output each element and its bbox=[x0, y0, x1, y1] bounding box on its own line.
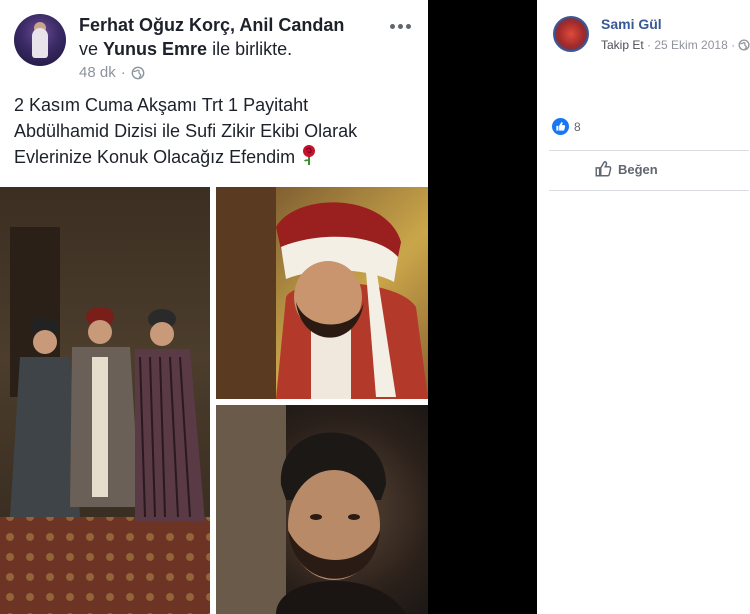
meta-dot: · bbox=[731, 38, 736, 52]
post-text-line: Abdülhamid Dizisi ile Sufi Zikir Ekibi O… bbox=[14, 121, 358, 141]
like-reaction-icon bbox=[552, 118, 569, 135]
with-prefix: ve bbox=[79, 39, 99, 59]
like-button-label: Beğen bbox=[618, 161, 658, 177]
post-time[interactable]: 48 dk bbox=[79, 64, 116, 81]
commenter-avatar[interactable] bbox=[553, 16, 589, 52]
more-options-icon[interactable] bbox=[388, 14, 412, 38]
post-text-line-last: Evlerinize Konuk Olacağız Efendim bbox=[14, 144, 414, 170]
follow-link[interactable]: Takip Et bbox=[601, 38, 644, 52]
commenter-name[interactable]: Sami Gül bbox=[601, 16, 662, 32]
divider bbox=[549, 150, 749, 151]
rose-emoji bbox=[303, 145, 316, 165]
meta-separator: · bbox=[120, 64, 126, 81]
post-text: 2 Kasım Cuma Akşamı Trt 1 Payitaht Abdül… bbox=[14, 92, 414, 170]
post-photo-selfie[interactable] bbox=[216, 405, 428, 614]
with-suffix: ile birlikte. bbox=[212, 39, 293, 59]
thumbs-up-icon bbox=[595, 161, 612, 177]
globe-icon[interactable] bbox=[738, 39, 750, 51]
like-button[interactable]: Beğen bbox=[594, 160, 658, 178]
post-photo-group[interactable] bbox=[0, 187, 210, 614]
post-meta: 48 dk · bbox=[79, 64, 145, 81]
reactions-summary[interactable]: 8 bbox=[552, 118, 581, 135]
meta-dot: · bbox=[647, 38, 652, 52]
tagged-user-link[interactable]: Yunus Emre bbox=[103, 39, 207, 59]
comment-panel: Sami Gül Takip Et · 25 Ekim 2018 · 8 Beğ… bbox=[537, 0, 750, 614]
author-avatar[interactable] bbox=[14, 14, 66, 66]
reactions-count: 8 bbox=[574, 119, 581, 134]
author-names-link[interactable]: Ferhat Oğuz Korç, Anil Candan bbox=[79, 15, 344, 35]
post-text-line: 2 Kasım Cuma Akşamı Trt 1 Payitaht bbox=[14, 95, 309, 115]
post-authors: Ferhat Oğuz Korç, Anil Candan bbox=[79, 15, 344, 36]
post-text-line: Evlerinize Konuk Olacağız Efendim bbox=[14, 147, 296, 167]
commenter-meta: Takip Et · 25 Ekim 2018 · bbox=[601, 38, 750, 52]
tagged-line: ve Yunus Emre ile birlikte. bbox=[79, 39, 292, 60]
globe-icon[interactable] bbox=[131, 66, 145, 80]
post-card: Ferhat Oğuz Korç, Anil Candan ve Yunus E… bbox=[0, 0, 428, 614]
comment-date[interactable]: 25 Ekim 2018 bbox=[654, 38, 727, 52]
post-photo-portrait[interactable] bbox=[216, 187, 428, 399]
divider bbox=[549, 190, 749, 191]
